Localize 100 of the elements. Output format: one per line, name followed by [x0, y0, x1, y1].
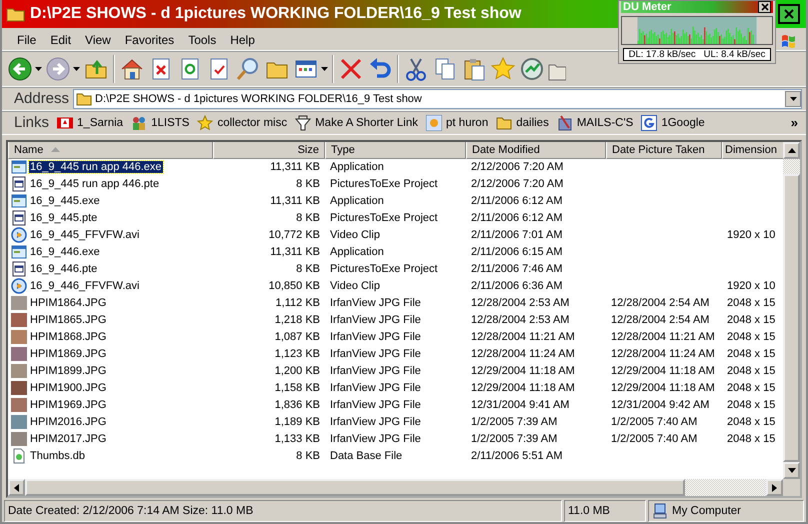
photo-placeholder [11, 432, 27, 446]
link-item[interactable]: Make A Shorter Link [295, 114, 418, 131]
date-taken: 12/28/2004 11:24 AM [611, 348, 715, 360]
date-modified: 2/12/2006 7:20 AM [471, 178, 564, 190]
date-modified: 2/11/2006 7:01 AM [471, 229, 563, 242]
file-type: Application [330, 161, 384, 174]
date-modified: 2/11/2006 6:12 AM [471, 195, 563, 208]
back-button[interactable] [6, 54, 43, 83]
dimensions: 2048 x 15 [727, 365, 776, 378]
computer-icon [652, 503, 668, 519]
file-size: 1,158 KB [274, 382, 320, 394]
link-item[interactable]: 1Google [641, 114, 705, 131]
file-name[interactable]: HPIM1864.JPG [29, 297, 108, 310]
file-name[interactable]: HPIM1969.JPG [29, 399, 108, 412]
scroll-down-button[interactable] [783, 462, 800, 480]
file-size: 8 KB [296, 212, 320, 224]
date-taken: 12/28/2004 2:54 AM [611, 297, 710, 310]
file-type: IrfanView JPG File [330, 348, 421, 360]
dimensions: 2048 x 15 [727, 382, 776, 394]
link-item[interactable]: pt huron [426, 114, 488, 131]
file-name[interactable]: HPIM2017.JPG [29, 433, 108, 446]
status-size: 11.0 MB [564, 500, 646, 522]
date-modified: 12/29/2004 11:18 AM [471, 365, 575, 378]
link-item[interactable]: MAILS-C'S [556, 114, 634, 131]
file-size: 8 KB [296, 263, 320, 276]
date-modified: 1/2/2005 7:39 AM [471, 433, 558, 446]
caret-icon [790, 96, 796, 101]
photo-placeholder [11, 398, 27, 412]
file-type: IrfanView JPG File [330, 416, 421, 428]
file-name[interactable]: Thumbs.db [29, 450, 86, 462]
date-modified: 12/31/2004 9:41 AM [471, 399, 570, 412]
file-type: IrfanView JPG File [330, 297, 421, 310]
scroll-up-button[interactable] [783, 142, 800, 159]
date-modified: 2/11/2006 5:51 AM [471, 450, 563, 462]
file-type: IrfanView JPG File [330, 314, 421, 326]
flag-icon [57, 114, 74, 131]
dropdown-button[interactable] [785, 90, 801, 107]
date-modified: 2/12/2006 7:20 AM [471, 161, 564, 174]
file-size: 10,850 KB [268, 280, 320, 292]
menu-item[interactable]: File [10, 32, 44, 47]
arrow-up-icon [788, 148, 796, 153]
close-button[interactable] [778, 4, 800, 24]
date-modified: 12/29/2004 11:18 AM [471, 382, 575, 394]
date-taken: 12/29/2004 11:18 AM [611, 382, 715, 394]
dimensions: 2048 x 15 [727, 416, 776, 428]
file-type: Video Clip [330, 229, 380, 242]
file-size: 8 KB [296, 178, 320, 190]
forward-button[interactable] [44, 54, 81, 83]
menu-item[interactable]: Help [223, 32, 262, 47]
file-name[interactable]: HPIM1868.JPG [29, 331, 108, 344]
file-name[interactable]: 16_9_445_FFVFW.avi [29, 229, 140, 242]
address-field[interactable]: D:\P2E SHOWS - d 1pictures WORKING FOLDER\16_9 Test show [73, 88, 802, 109]
date-taken: 12/31/2004 9:42 AM [611, 399, 710, 412]
file-name[interactable]: 16_9_446.exe [29, 246, 101, 258]
application-icon [11, 244, 27, 260]
links-label: Links [14, 114, 50, 132]
scroll-track[interactable] [783, 158, 800, 174]
search-icon [235, 56, 261, 82]
more-links-button[interactable]: » [786, 115, 802, 130]
file-name[interactable]: 16_9_446.pte [29, 263, 98, 276]
link-item[interactable]: collector misc [197, 114, 288, 131]
scroll-right-button[interactable] [766, 479, 783, 496]
scroll-thumb[interactable] [25, 479, 685, 496]
document-icon [11, 176, 27, 192]
menu-item[interactable]: Edit [43, 32, 78, 47]
database-file-icon [11, 448, 27, 464]
menu-item[interactable]: Tools [181, 32, 224, 47]
link-item[interactable]: 1_Sarnia [57, 114, 124, 131]
file-size: 1,218 KB [274, 314, 320, 326]
scroll-left-button[interactable] [8, 479, 25, 496]
file-name[interactable]: 16_9_445 run app 446.exe [29, 161, 163, 174]
file-type: IrfanView JPG File [330, 331, 421, 344]
forward-icon [45, 56, 71, 82]
arrow-right-icon [772, 484, 777, 492]
file-name[interactable]: 16_9_445.exe [29, 195, 101, 208]
file-name[interactable]: HPIM1900.JPG [29, 382, 108, 394]
file-name[interactable]: 16_9_446_FFVFW.avi [29, 280, 140, 292]
date-taken: 1/2/2005 7:40 AM [611, 416, 698, 428]
application-icon [11, 193, 27, 210]
date-modified: 12/28/2004 2:53 AM [471, 314, 570, 326]
file-type: PicturesToExe Project [330, 178, 438, 190]
file-name[interactable]: HPIM1869.JPG [29, 348, 108, 360]
tray-icon [295, 114, 312, 131]
file-type: IrfanView JPG File [330, 382, 421, 394]
file-name[interactable]: 16_9_445.pte [29, 212, 98, 224]
file-size: 1,112 KB [276, 297, 320, 310]
link-item[interactable]: 1LISTS [131, 114, 190, 131]
close-button[interactable] [758, 1, 771, 13]
file-type: Video Clip [330, 280, 380, 292]
menu-item[interactable]: View [78, 32, 118, 47]
file-type: IrfanView JPG File [330, 433, 421, 446]
file-name[interactable]: HPIM2016.JPG [29, 416, 108, 428]
file-size: 11,311 KB [270, 195, 320, 208]
link-item[interactable]: dailies [496, 114, 549, 131]
file-name[interactable]: HPIM1899.JPG [29, 365, 108, 378]
menu-item[interactable]: Favorites [118, 32, 182, 47]
photo-placeholder [11, 364, 27, 378]
file-name[interactable]: HPIM1865.JPG [29, 314, 108, 326]
date-modified: 2/11/2006 6:15 AM [471, 246, 563, 258]
file-name[interactable]: 16_9_445 run app 446.pte [29, 178, 160, 190]
